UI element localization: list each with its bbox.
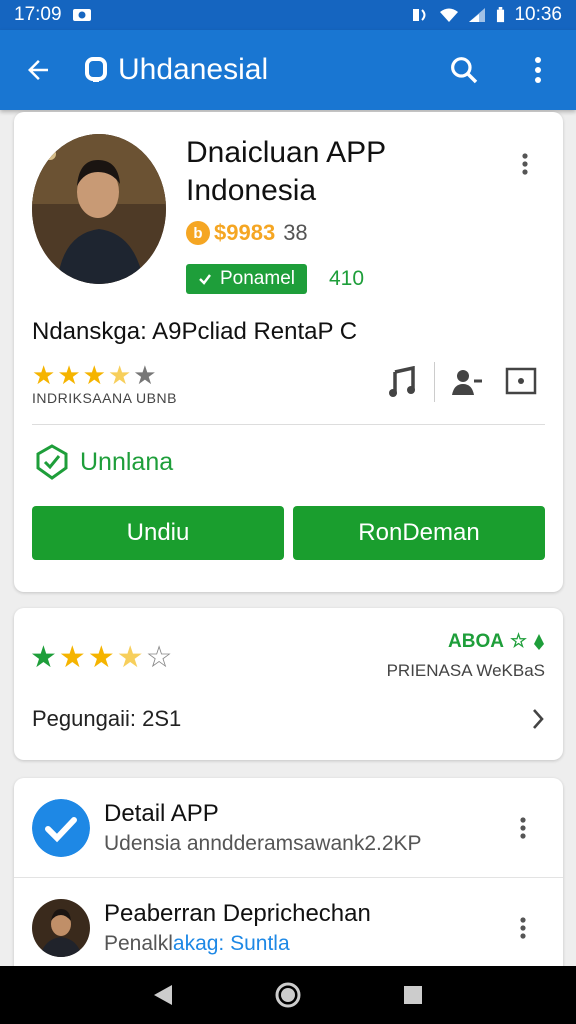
star-icon: ★	[82, 360, 106, 390]
avatar	[32, 899, 90, 957]
details-card: Detail APP Udensia anndderamsawank2.2KP …	[14, 778, 563, 978]
price-value: $9983	[214, 220, 276, 245]
app-bar: Uhdanesial	[0, 30, 576, 110]
rating-card-stars: ★ ★ ★ ★ ☆	[30, 640, 173, 675]
rating-caption: INDRIKSAANA UBNB	[32, 390, 177, 406]
download-button[interactable]: Undiu	[32, 506, 284, 560]
star-empty-icon: ☆	[145, 641, 173, 674]
status-time-right: 10:36	[514, 4, 562, 25]
category-badge[interactable]: Ponamel	[186, 264, 307, 294]
nav-back-button[interactable]	[141, 973, 185, 1017]
check-icon	[199, 274, 211, 285]
list-item[interactable]: Peaberran Deprichechan Penalklakag: Sunt…	[14, 878, 563, 978]
reviews-label: Pegungaii: 2S1	[32, 706, 182, 731]
search-icon	[451, 57, 478, 84]
install-status-label: Unnlana	[80, 447, 174, 476]
list-item-subtitle: Penalklakag: Suntla	[104, 932, 371, 956]
list-item[interactable]: Detail APP Udensia anndderamsawank2.2KP	[14, 778, 563, 878]
vertical-dots-icon	[535, 57, 541, 83]
add-person-button[interactable]	[445, 360, 489, 404]
vertical-dots-icon	[520, 816, 526, 839]
app-name: Dnaicluan APP Indonesia	[186, 134, 516, 210]
list-item-title: Detail APP	[104, 799, 219, 827]
lock-icon	[85, 57, 107, 82]
reviews-row[interactable]: Pegungaii: 2S1	[32, 706, 545, 732]
battery-icon	[497, 7, 505, 23]
chevron-right-icon	[533, 709, 544, 729]
nav-home-button[interactable]	[266, 973, 310, 1017]
star-icon: ★	[57, 360, 81, 390]
list-item-title: Peaberran Deprichechan	[104, 900, 371, 927]
status-bar: 17:09 10:36	[0, 0, 576, 30]
list-item-link[interactable]: akag: Suntla	[173, 932, 290, 955]
rating-card-summary: ABOA ☆ PRIENASA WeKBaS	[387, 630, 545, 681]
star-icon: ★	[30, 641, 57, 674]
vertical-dots-icon	[520, 917, 526, 939]
notification-icon	[72, 9, 91, 21]
star-icon: ★	[32, 360, 56, 390]
price-suffix: 38	[283, 220, 308, 245]
star-half-icon: ★	[107, 360, 132, 390]
rating-tag: ABOA ☆	[387, 630, 545, 653]
rating-stars: ★ ★ ★ ★ ★	[32, 360, 157, 391]
rating-tag-label: ABOA	[448, 630, 504, 652]
rating-card: ★ ★ ★ ★ ☆ ABOA ☆ PRIENASA WeKBaS Pegunga…	[14, 608, 563, 760]
screen-icon	[505, 367, 537, 395]
action-icons	[380, 360, 543, 404]
wifi-icon	[440, 8, 459, 22]
verified-icon	[32, 798, 90, 857]
square-recents-icon	[404, 986, 423, 1004]
signal-icon	[469, 8, 486, 22]
install-status: Unnlana	[34, 444, 173, 480]
app-bar-title-group: Uhdanesial	[84, 53, 268, 87]
system-nav-bar	[0, 966, 576, 1024]
coin-icon: b	[186, 221, 210, 245]
vertical-dots-icon	[522, 153, 528, 175]
list-item-subtitle: Udensia anndderamsawank2.2KP	[104, 831, 422, 855]
list-item-subtitle-prefix: Penalkl	[104, 932, 173, 955]
card-divider	[32, 424, 545, 425]
badge-row: Ponamel 410	[186, 264, 364, 294]
circle-home-icon	[275, 982, 301, 1008]
app-name-line2: Indonesia	[186, 174, 317, 207]
music-button[interactable]	[380, 360, 424, 404]
nfc-icon	[413, 9, 426, 21]
star-half-icon: ★	[116, 641, 144, 674]
secondary-button[interactable]: RonDeman	[293, 506, 545, 560]
app-card-more-button[interactable]	[503, 142, 547, 186]
rating-subtitle: PRIENASA WeKBaS	[386, 661, 545, 680]
leaf-icon	[534, 633, 544, 650]
app-info-card: Dnaicluan APP Indonesia b $9983 38 Ponam…	[14, 112, 563, 592]
star-icon: ★	[58, 641, 86, 674]
triangle-back-icon	[153, 985, 172, 1005]
badge-count: 410	[329, 267, 365, 290]
star-icon: ★	[87, 641, 115, 674]
nav-recents-button[interactable]	[391, 973, 435, 1017]
price-row: b $9983 38	[186, 220, 308, 246]
music-note-icon	[389, 366, 415, 397]
star-outline-icon: ☆	[509, 631, 527, 652]
person-add-icon	[452, 370, 482, 395]
app-description: Ndanskga: A9Pcliad RentaP C	[32, 318, 358, 345]
developer-avatar	[32, 134, 166, 284]
arrow-left-icon	[28, 60, 48, 80]
page-title: Uhdanesial	[118, 53, 269, 86]
back-button[interactable]	[16, 48, 60, 92]
status-time-left: 17:09	[14, 4, 62, 25]
list-item-more-button[interactable]	[501, 806, 545, 850]
star-empty-icon: ★	[133, 360, 157, 390]
shield-check-icon	[36, 444, 68, 480]
badge-label: Ponamel	[220, 268, 295, 289]
list-item-more-button[interactable]	[501, 906, 545, 950]
search-button[interactable]	[442, 48, 486, 92]
overflow-menu-button[interactable]	[516, 48, 560, 92]
screen-button[interactable]	[499, 360, 543, 404]
app-name-line1: Dnaicluan APP	[186, 136, 387, 169]
action-divider	[434, 362, 435, 402]
